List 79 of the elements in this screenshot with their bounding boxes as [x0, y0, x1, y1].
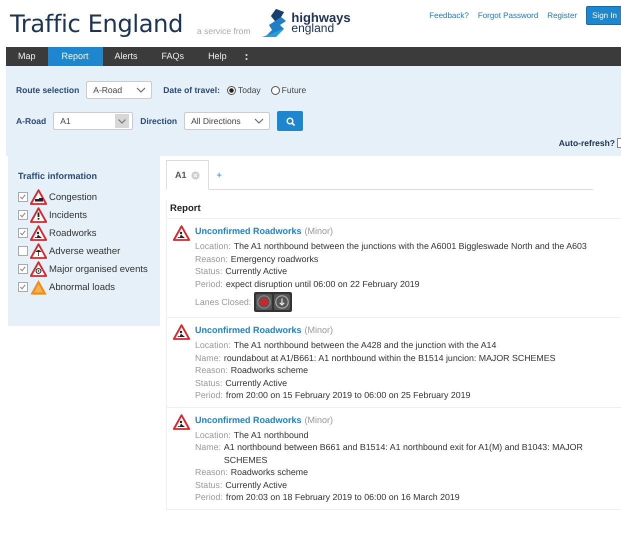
event-link[interactable]: Unconfirmed Roadworks	[195, 325, 302, 335]
event-link[interactable]: Unconfirmed Roadworks	[195, 226, 302, 236]
detail-line: Reason: Emergency roadworks	[195, 252, 320, 265]
check-icon	[19, 229, 27, 237]
detail-line: Period: expect disruption until 06:00 on 22 February 2019	[195, 278, 421, 290]
sidebar-heading: Traffic information	[18, 171, 98, 181]
detail-line: Status: Currently Active	[195, 478, 288, 491]
checkbox[interactable]	[18, 192, 28, 202]
route-tab[interactable]: A1	[166, 160, 209, 190]
checkbox[interactable]	[18, 210, 28, 220]
detail-line: Name: A1 northbound between B661 and B1514: A1 northbound exit for A1(M) and B1043: MAJOR SCHEMES	[195, 441, 584, 466]
warning-sign-icon	[30, 243, 47, 259]
warning-sign-icon	[173, 225, 190, 241]
filter-label: Adverse weather	[49, 246, 120, 256]
chevron-icon	[115, 114, 130, 128]
detail-line: Period: from 20:00 on 15 February 2019 to 06:00 on 25 February 2019	[195, 389, 472, 402]
nav-tab[interactable]: Report	[48, 47, 103, 66]
warning-sign-icon	[30, 225, 47, 241]
filter-label: Major organised events	[49, 264, 148, 274]
warning-sign-icon	[30, 261, 47, 277]
search-icon	[286, 116, 295, 126]
radio-option[interactable]: Future	[270, 85, 306, 95]
detail-line: Status: Currently Active	[195, 376, 288, 389]
header-link[interactable]: Register	[547, 11, 578, 20]
detail-line: Location: The A1 northbound	[195, 428, 310, 441]
filter-label: Incidents	[49, 210, 88, 220]
site-title: Traffic England	[10, 10, 184, 38]
nav-tab[interactable]: Alerts	[102, 47, 150, 66]
warning-sign-icon	[173, 324, 190, 340]
route-tab[interactable]: +	[208, 161, 230, 189]
field-label: A-Road	[16, 116, 46, 126]
tagline: a service from	[197, 26, 250, 36]
checkbox[interactable]	[18, 228, 28, 238]
check-icon	[19, 193, 27, 201]
detail-line: Period: from 20:03 on 18 February 2019 to 06:00 on 16 March 2019	[195, 491, 461, 504]
warning-sign-icon	[173, 414, 190, 430]
detail-line: Reason: Roadworks scheme	[195, 364, 310, 376]
warning-sign-icon	[30, 207, 47, 223]
severity-label: (Minor)	[304, 325, 334, 335]
sign-in-button[interactable]: Sign In	[586, 6, 621, 25]
check-icon	[19, 265, 27, 273]
header-link[interactable]: Feedback?	[429, 11, 469, 20]
checkbox[interactable]	[18, 246, 28, 256]
field-label: Auto-refresh?	[558, 138, 615, 148]
route-select[interactable]: A-Road	[86, 81, 152, 99]
filter-label: Roadworks	[49, 228, 97, 238]
logo-icon	[262, 8, 288, 38]
radio-option[interactable]: Today	[226, 85, 261, 95]
warning-sign-icon	[30, 279, 47, 295]
report-heading: Report	[167, 200, 621, 219]
nav-tab[interactable]: FAQs	[150, 47, 196, 66]
nav-tab[interactable]: Help	[196, 47, 239, 66]
logo-text: highways	[291, 13, 351, 23]
filter-label: Abnormal loads	[49, 282, 116, 292]
detail-line: Location: The A1 northbound between the junctions with the A6001 Biggleswade North and the A603	[195, 240, 588, 252]
field-label: Date of travel:	[163, 85, 220, 95]
field-label: Lanes Closed:	[195, 297, 252, 307]
event-link[interactable]: Unconfirmed Roadworks	[195, 414, 302, 424]
checkbox[interactable]	[18, 282, 28, 292]
header-link[interactable]: Forgot Password	[478, 11, 538, 20]
road-select[interactable]: A1	[53, 112, 134, 130]
direction-select[interactable]: All Directions	[184, 112, 270, 130]
severity-label: (Minor)	[304, 226, 334, 236]
warning-sign-icon	[30, 189, 47, 205]
detail-line: Reason: Roadworks scheme	[195, 466, 310, 478]
detail-line: Status: Currently Active	[195, 265, 288, 278]
field-label: Route selection	[16, 85, 80, 95]
detail-line: Location: The A1 northbound between the A428 and the junction with the A14	[195, 339, 498, 352]
field-label: Direction	[140, 116, 178, 126]
logo-text: england	[291, 23, 334, 33]
nav-tab[interactable]: Map	[6, 47, 48, 66]
checkbox[interactable]	[18, 264, 28, 274]
check-icon	[19, 211, 27, 219]
filter-label: Congestion	[49, 192, 98, 202]
search-button[interactable]	[277, 111, 304, 131]
check-icon	[19, 283, 27, 291]
severity-label: (Minor)	[304, 414, 334, 424]
detail-line: Name: roundabout at A1/B661: A1 northbound within the B1514 juncion: MAJOR SCHEMES	[195, 352, 556, 364]
more-icon	[244, 52, 248, 60]
